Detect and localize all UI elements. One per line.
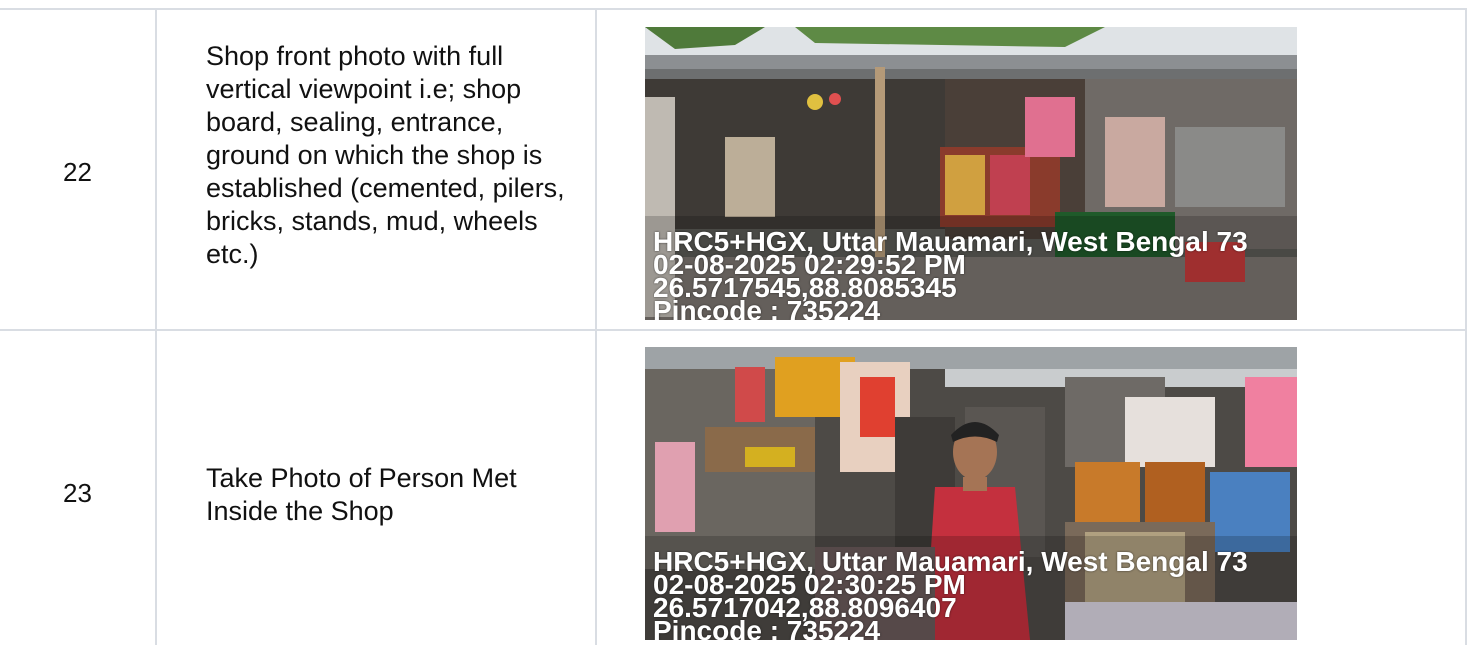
- column-divider: [155, 8, 157, 645]
- column-divider: [595, 8, 597, 645]
- table-top-border: [0, 8, 1467, 10]
- photo-geotag-stamp: HRC5+HGX, Uttar Mauamari, West Bengal 73…: [653, 550, 1297, 640]
- shop-front-photo: HRC5+HGX, Uttar Mauamari, West Bengal 73…: [645, 27, 1297, 320]
- photo-geotag-stamp: HRC5+HGX, Uttar Mauamari, West Bengal 73…: [653, 230, 1297, 320]
- row-number: 23: [63, 478, 92, 508]
- row-divider: [0, 329, 1467, 331]
- row-description: Shop front photo with full vertical view…: [206, 41, 565, 269]
- stamp-pincode: Pincode : 735224: [653, 295, 881, 321]
- stamp-pincode: Pincode : 735224: [653, 615, 881, 641]
- person-met-photo: HRC5+HGX, Uttar Mauamari, West Bengal 73…: [645, 347, 1297, 640]
- row-description: Take Photo of Person Met Inside the Shop: [206, 463, 517, 526]
- inspection-table: 22 Shop front photo with full vertical v…: [0, 0, 1467, 645]
- row-number: 22: [63, 157, 92, 187]
